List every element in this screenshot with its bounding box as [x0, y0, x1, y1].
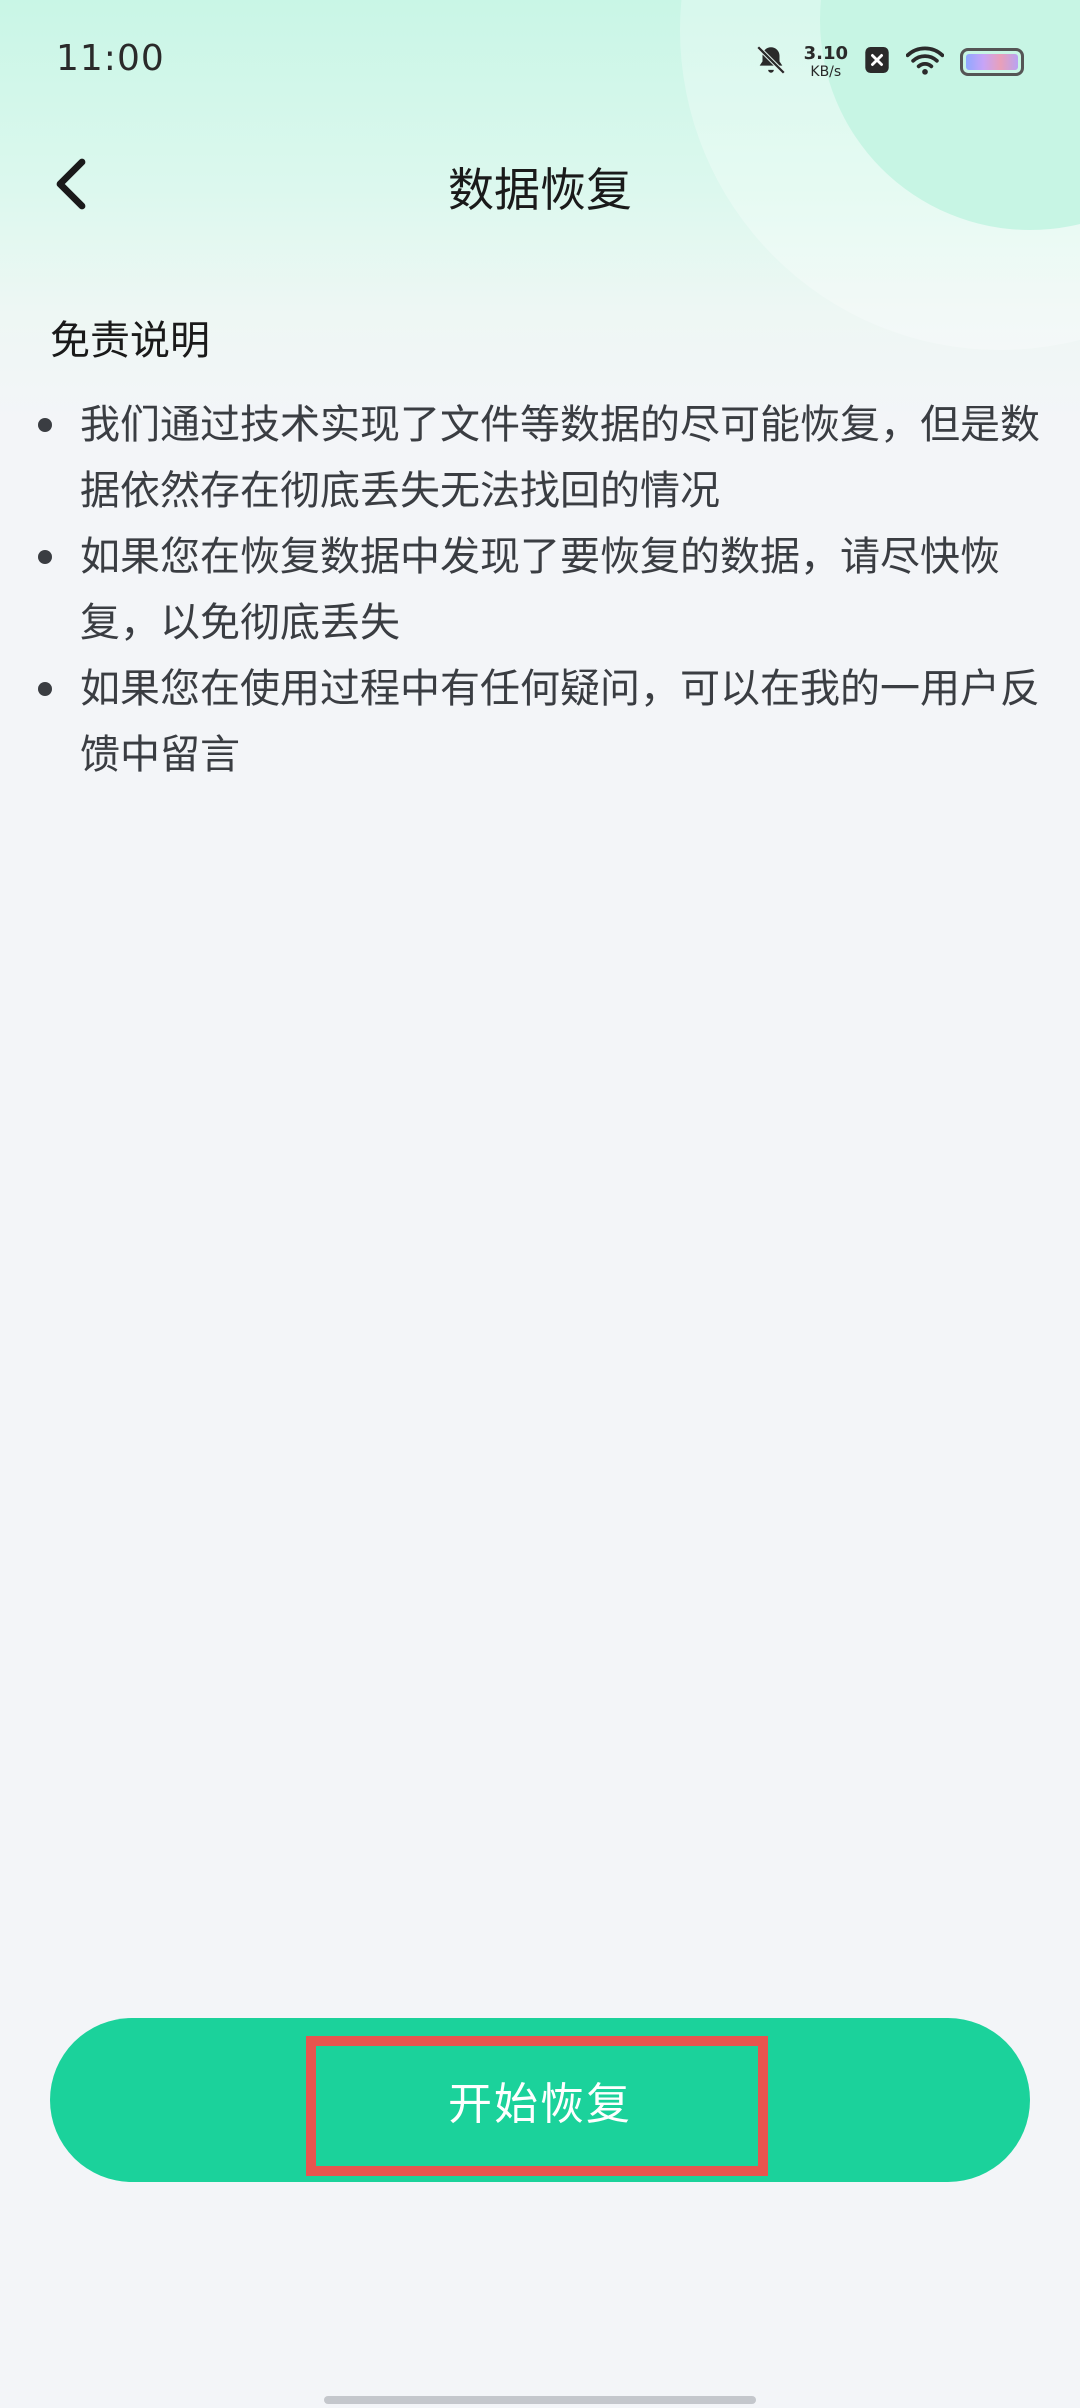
disclaimer-item: 如果您在使用过程中有任何疑问，可以在我的一用户反馈中留言: [30, 656, 1050, 788]
status-icons: 3.10 KB/s: [754, 40, 1024, 84]
bell-off-icon: [754, 43, 788, 81]
battery-icon: [960, 48, 1024, 76]
network-speed-unit: KB/s: [810, 64, 842, 80]
status-bar: 11:00 3.10 KB/s: [0, 0, 1080, 126]
home-indicator[interactable]: [324, 2396, 756, 2404]
bullet-dot: [38, 550, 52, 564]
disclaimer-item-text: 如果您在使用过程中有任何疑问，可以在我的一用户反馈中留言: [80, 666, 1040, 778]
navigation-bar: 数据恢复: [0, 126, 1080, 238]
status-time: 11:00: [56, 38, 165, 79]
start-recovery-label: 开始恢复: [448, 2079, 632, 2130]
bullet-dot: [38, 682, 52, 696]
disclaimer-item-text: 如果您在恢复数据中发现了要恢复的数据，请尽快恢复，以免彻底丢失: [80, 534, 1000, 646]
page-title: 数据恢复: [448, 163, 632, 217]
start-recovery-button[interactable]: 开始恢复: [50, 2018, 1030, 2182]
wifi-icon: [905, 45, 945, 79]
disclaimer-item-text: 我们通过技术实现了文件等数据的尽可能恢复，但是数据依然存在彻底丢失无法找回的情况: [80, 402, 1040, 514]
disclaimer-list: 我们通过技术实现了文件等数据的尽可能恢复，但是数据依然存在彻底丢失无法找回的情况…: [30, 392, 1050, 788]
disclaimer-title: 免责说明: [50, 318, 210, 364]
close-box-icon: [864, 45, 890, 79]
disclaimer-item: 我们通过技术实现了文件等数据的尽可能恢复，但是数据依然存在彻底丢失无法找回的情况: [30, 392, 1050, 524]
network-speed-value: 3.10: [803, 43, 848, 64]
network-speed: 3.10 KB/s: [803, 43, 848, 80]
disclaimer-item: 如果您在恢复数据中发现了要恢复的数据，请尽快恢复，以免彻底丢失: [30, 524, 1050, 656]
bullet-dot: [38, 418, 52, 432]
